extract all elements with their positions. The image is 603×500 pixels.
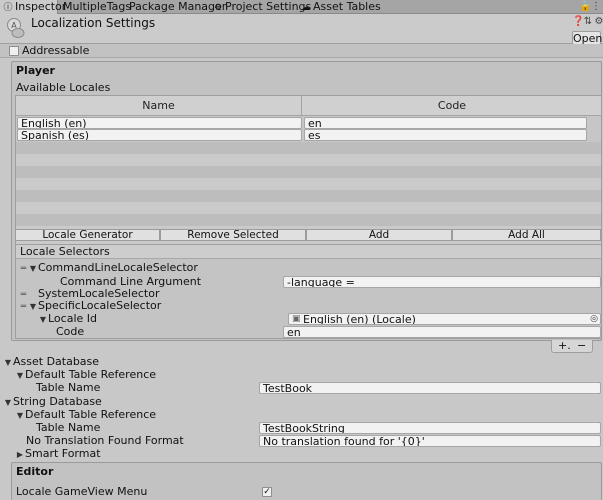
column-header-name[interactable]: Name bbox=[16, 96, 302, 116]
lock-icon[interactable]: 🔒 bbox=[579, 1, 591, 13]
no-translation-format-field[interactable]: No translation found for '{0}' bbox=[259, 435, 601, 447]
smart-format-foldout[interactable]: ▶ Smart Format bbox=[15, 447, 101, 462]
help-icon[interactable]: ❓ bbox=[572, 16, 584, 28]
table-row[interactable]: Spanish (es) es bbox=[16, 129, 601, 141]
chevron-down-icon[interactable]: ▼ bbox=[3, 356, 13, 370]
tab-multipletags-label: MultipleTags bbox=[63, 0, 132, 13]
chevron-down-icon[interactable]: ▼ bbox=[15, 369, 25, 383]
addressable-row: Addressable bbox=[0, 44, 603, 58]
locale-name-field[interactable]: English (en) bbox=[17, 117, 302, 129]
addressable-checkbox[interactable] bbox=[9, 46, 19, 56]
empty-row bbox=[16, 178, 601, 190]
code-field[interactable]: en bbox=[283, 326, 601, 338]
code-label: Code bbox=[56, 325, 85, 338]
remove-selected-button[interactable]: Remove Selected bbox=[160, 229, 306, 241]
locale-code-field[interactable]: es bbox=[304, 129, 587, 141]
chevron-right-icon[interactable]: ▶ bbox=[15, 448, 25, 462]
string-default-table-label: Default Table Reference bbox=[25, 408, 157, 421]
command-line-argument-field[interactable]: -language = bbox=[283, 276, 601, 288]
no-translation-format-label: No Translation Found Format bbox=[26, 434, 184, 447]
tab-asset-tables-label: Asset Tables bbox=[313, 0, 381, 13]
locale-asset-icon: ▣ bbox=[292, 314, 301, 324]
string-table-name-label: Table Name bbox=[36, 421, 101, 434]
gameview-menu-checkbox[interactable]: ✓ bbox=[262, 487, 272, 497]
empty-row bbox=[16, 142, 601, 154]
tab-asset-tables[interactable]: ☁ Asset Tables bbox=[298, 0, 381, 14]
add-all-button[interactable]: Add All bbox=[452, 229, 601, 241]
command-line-selector-label: CommandLineLocaleSelector bbox=[38, 261, 198, 274]
chevron-down-icon[interactable]: ▼ bbox=[3, 396, 13, 410]
asset-default-table-label: Default Table Reference bbox=[25, 368, 157, 381]
addressable-label: Addressable bbox=[22, 44, 90, 57]
string-table-name-field[interactable]: TestBookString bbox=[259, 422, 601, 434]
chevron-down-icon[interactable]: ▼ bbox=[28, 262, 38, 276]
locale-selectors-title: Locale Selectors bbox=[16, 245, 601, 259]
chevron-down-icon[interactable]: ▼ bbox=[28, 300, 38, 314]
locale-id-value: English (en) (Locale) bbox=[303, 313, 416, 325]
page-title: Localization Settings bbox=[31, 16, 156, 30]
settings-icon[interactable]: ⚙ bbox=[594, 16, 603, 28]
checkmark-icon: ✓ bbox=[263, 487, 271, 497]
editor-section-title: Editor bbox=[16, 465, 54, 478]
chevron-down-icon[interactable]: ▼ bbox=[15, 409, 25, 423]
locales-footer: Locale Generator Remove Selected Add Add… bbox=[15, 229, 602, 242]
tab-inspector-label: Inspector bbox=[15, 0, 67, 13]
empty-row bbox=[16, 202, 601, 214]
asset-database-title: Asset Database bbox=[13, 355, 100, 368]
editor-section: Editor Locale GameView Menu ✓ bbox=[11, 462, 602, 500]
more-menu-icon[interactable]: ⋮ bbox=[591, 1, 601, 13]
empty-row bbox=[16, 190, 601, 202]
string-database-title: String Database bbox=[13, 395, 102, 408]
locales-table-header: Name Code bbox=[16, 96, 601, 116]
asset-table-name-label: Table Name bbox=[36, 381, 101, 394]
tab-inspector[interactable]: ⓘ Inspector bbox=[0, 0, 66, 14]
player-section: Player Available Locales Name Code Engli… bbox=[11, 61, 602, 341]
asset-table-name-field[interactable]: TestBook bbox=[259, 382, 601, 394]
preset-icon[interactable]: ⇅ bbox=[583, 16, 593, 28]
empty-row bbox=[16, 154, 601, 166]
add-locale-button[interactable]: Add bbox=[306, 229, 452, 241]
add-selector-button[interactable]: +. bbox=[558, 339, 571, 353]
drag-handle-icon[interactable]: ═ bbox=[18, 300, 28, 314]
gameview-menu-label: Locale GameView Menu bbox=[16, 485, 148, 498]
locale-id-object-field[interactable]: ▣ English (en) (Locale) ◎ bbox=[288, 313, 601, 325]
locale-code-field[interactable]: en bbox=[304, 117, 587, 129]
remove-selector-button[interactable]: − bbox=[577, 339, 586, 353]
object-picker-icon[interactable]: ◎ bbox=[590, 314, 598, 324]
drag-handle-icon[interactable]: ═ bbox=[18, 262, 28, 276]
player-section-title: Player bbox=[16, 64, 55, 77]
list-add-remove: +. − bbox=[551, 339, 593, 353]
locale-generator-button[interactable]: Locale Generator bbox=[15, 229, 160, 241]
locale-name-field[interactable]: Spanish (es) bbox=[17, 129, 302, 141]
tab-bar: ⓘ Inspector MultipleTags Package Manager … bbox=[0, 0, 603, 14]
smart-format-label: Smart Format bbox=[25, 447, 101, 460]
tab-multipletags[interactable]: MultipleTags bbox=[60, 0, 131, 14]
open-button[interactable]: Open bbox=[572, 31, 602, 45]
inspector-header: A Localization Settings ❓ ⇅ ⚙ Open bbox=[0, 14, 603, 45]
empty-row bbox=[16, 214, 601, 226]
command-line-selector-row[interactable]: ═ ▼ CommandLineLocaleSelector bbox=[18, 261, 198, 276]
locale-id-label: Locale Id bbox=[48, 312, 98, 325]
locales-table: Name Code English (en) en Spanish (es) e… bbox=[15, 95, 602, 245]
locale-selectors-list: Locale Selectors ═ ▼ CommandLineLocaleSele… bbox=[15, 244, 602, 339]
empty-row bbox=[16, 166, 601, 178]
chevron-down-icon[interactable]: ▼ bbox=[38, 313, 48, 327]
tab-project-settings[interactable]: ⚙ Project Settings bbox=[210, 0, 311, 14]
specific-selector-label: SpecificLocaleSelector bbox=[38, 299, 162, 312]
localization-settings-icon: A bbox=[6, 17, 26, 39]
available-locales-label: Available Locales bbox=[16, 81, 111, 94]
table-row[interactable]: English (en) en bbox=[16, 117, 601, 129]
column-header-code[interactable]: Code bbox=[303, 96, 601, 116]
tab-package-manager[interactable]: Package Manager bbox=[126, 0, 226, 14]
